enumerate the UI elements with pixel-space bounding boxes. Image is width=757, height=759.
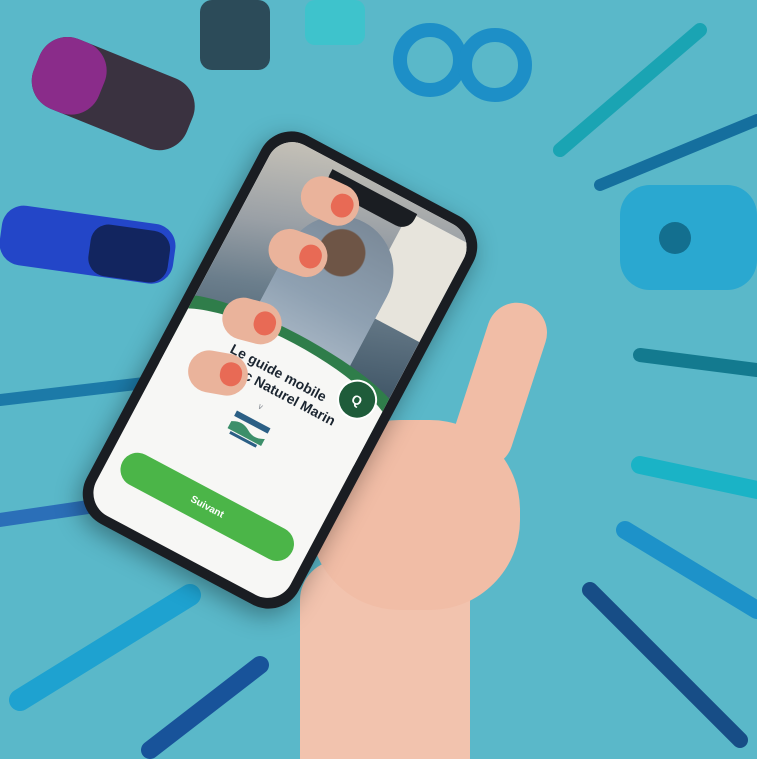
eraser-top bbox=[200, 0, 365, 70]
pens-right bbox=[553, 23, 757, 748]
purple-usb-stick bbox=[31, 36, 195, 151]
photo-scene: Q Le guide mobile du Parc Naturel Marin … bbox=[0, 0, 757, 759]
scissors bbox=[393, 23, 532, 102]
pencil-sharpener bbox=[620, 185, 757, 290]
blue-marker bbox=[0, 205, 176, 284]
